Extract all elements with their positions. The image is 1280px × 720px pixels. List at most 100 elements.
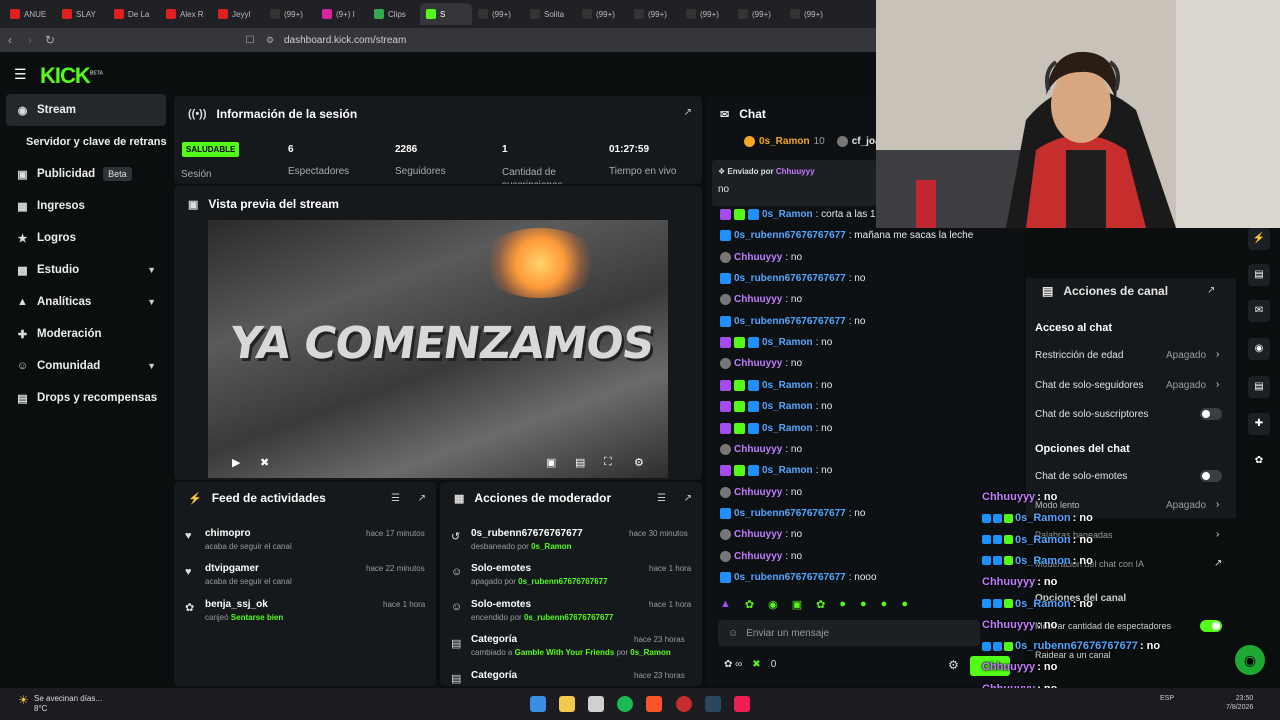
bookmark-icon[interactable]: ☐	[240, 35, 260, 46]
age-restriction-value[interactable]: Apagado	[1166, 350, 1206, 361]
language-indicator[interactable]: ESP	[1160, 695, 1174, 702]
windows-start-icon[interactable]	[530, 696, 546, 712]
spotify-icon[interactable]	[617, 696, 633, 712]
points-icon[interactable]: ✿ ∞	[724, 659, 742, 670]
show-viewer-count-toggle[interactable]	[1200, 620, 1222, 632]
sidebar-item-stream[interactable]: ◉ Stream	[6, 94, 166, 126]
browser-tab[interactable]: Jeyyl	[212, 3, 264, 25]
chat-username[interactable]: Chhuuyyy	[734, 487, 782, 498]
chat-username[interactable]: 0s_Ramon	[762, 337, 813, 348]
emote-icon[interactable]: ▲	[720, 598, 731, 614]
chat-message[interactable]: Chhuuyyy: no	[720, 443, 802, 455]
pinned-message[interactable]: ❖ Enviado por Chhuuyyy no	[712, 160, 876, 206]
mod-item[interactable]: 0s_rubenn67676767677 desbaneado por 0s_Ra…	[471, 528, 583, 551]
chat-message[interactable]: Chhuuyyy: no	[720, 529, 802, 541]
site-info-icon[interactable]: ⚙	[260, 35, 280, 46]
sidebar-item-moderation[interactable]: ✚ Moderación	[6, 318, 166, 350]
chat-message[interactable]: 0s_Ramon: no	[720, 401, 832, 413]
chat-username[interactable]: 0s_rubenn67676767677	[734, 508, 846, 519]
chat-username[interactable]: Chhuuyyy	[734, 294, 782, 305]
browser-tab[interactable]: Solita	[524, 3, 576, 25]
browser-tab[interactable]: (99+)	[784, 3, 836, 25]
settings-icon[interactable]: ⚙	[634, 456, 644, 469]
sidebar-item-income[interactable]: ▦ Ingresos	[6, 190, 166, 222]
filter-icon[interactable]: ☰	[391, 493, 400, 504]
browser-tab[interactable]: (99+)	[472, 3, 524, 25]
sidebar-item-community[interactable]: ☺ Comunidad ▼	[6, 350, 166, 382]
feed-item[interactable]: chimopro acaba de seguir el canal	[205, 528, 292, 551]
browser-tab[interactable]: SLAY	[56, 3, 108, 25]
browser-tab[interactable]: (99+)	[628, 3, 680, 25]
channel-icon[interactable]: ▤	[1248, 376, 1270, 398]
feed-item[interactable]: benja_ssj_ok canjeó Sentarse bien	[205, 599, 283, 622]
play-icon[interactable]: ▶	[232, 456, 240, 469]
chat-message[interactable]: 0s_Ramon: no	[720, 337, 832, 349]
sword-icon[interactable]: ✚	[1248, 413, 1270, 435]
browser-tab[interactable]: Alex R	[160, 3, 212, 25]
chat-message[interactable]: 0s_rubenn67676767677: nooo	[720, 571, 877, 583]
emote-icon[interactable]: ●	[901, 598, 908, 614]
emote-icon[interactable]: ✿	[745, 598, 754, 614]
brave-icon[interactable]	[646, 696, 662, 712]
followers-only-value[interactable]: Apagado	[1166, 380, 1206, 391]
back-icon[interactable]: ‹	[0, 33, 20, 47]
chat-message[interactable]: Chhuuyyy: no	[720, 486, 802, 498]
filter-icon[interactable]: ☰	[657, 493, 666, 504]
chat-message[interactable]: 0s_rubenn67676767677: mañana me sacas la…	[720, 230, 973, 242]
chat-message[interactable]: 0s_Ramon: no	[720, 422, 832, 434]
external-link-icon[interactable]: ↗	[1214, 558, 1222, 569]
chat-username[interactable]: 0s_rubenn67676767677	[734, 572, 846, 583]
browser-tab[interactable]: S	[420, 3, 472, 25]
mod-item[interactable]: Solo-emotes apagado por 0s_rubenn67676767…	[471, 563, 608, 586]
sidebar-item-analytics[interactable]: ▲ Analíticas ▼	[6, 286, 166, 318]
chat-username[interactable]: Chhuuyyy	[734, 551, 782, 562]
chat-settings-icon[interactable]: ⚙	[948, 658, 959, 672]
chat-message[interactable]: 0s_rubenn67676767677: no	[720, 273, 865, 285]
chat-message[interactable]: Chhuuyyy: no	[720, 294, 802, 306]
points-icon[interactable]: ✿	[1248, 450, 1270, 472]
mute-icon[interactable]: ✖	[260, 456, 269, 469]
chevron-right-icon[interactable]: ›	[1216, 529, 1219, 540]
chat-message[interactable]: 0s_Ramon: corta a las 12	[720, 209, 881, 220]
browser-tab[interactable]: (99+)	[264, 3, 316, 25]
chat-username[interactable]: 0s_Ramon	[762, 209, 813, 220]
fullscreen-icon[interactable]: ⛶	[604, 456, 612, 469]
app-icon[interactable]	[676, 696, 692, 712]
popout-icon[interactable]: ↗	[684, 107, 692, 118]
chat-username[interactable]: 0s_Ramon	[762, 465, 813, 476]
chevron-right-icon[interactable]: ›	[1216, 499, 1219, 510]
chat-message[interactable]: 0s_rubenn67676767677: no	[720, 507, 865, 519]
chat-username[interactable]: 0s_rubenn67676767677	[734, 273, 846, 284]
chevron-right-icon[interactable]: ›	[1216, 349, 1219, 360]
emote-icon[interactable]: ✿	[816, 598, 825, 614]
emote-only-toggle[interactable]	[1200, 470, 1222, 482]
chat-username[interactable]: Chhuuyyy	[734, 358, 782, 369]
bolt-icon[interactable]: ⚡	[1248, 228, 1270, 250]
clock[interactable]: 23:50 7/8/2026	[1226, 694, 1253, 712]
browser-tab[interactable]: Clips	[368, 3, 420, 25]
theater-icon[interactable]: ▤	[575, 456, 585, 469]
emoji-icon[interactable]: ☺	[728, 628, 738, 639]
feed-item[interactable]: dtvipgamer acaba de seguir el canal	[205, 563, 292, 586]
chat-icon[interactable]: ✉	[1248, 300, 1270, 322]
chat-input[interactable]: ☺ Enviar un mensaje	[718, 620, 980, 646]
reload-icon[interactable]: ↻	[40, 33, 60, 47]
sidebar-item-ads[interactable]: ▣ Publicidad Beta	[6, 158, 166, 190]
emote-icon[interactable]: ◉	[768, 598, 778, 614]
chat-username[interactable]: 0s_Ramon	[762, 380, 813, 391]
hamburger-menu-icon[interactable]: ☰	[14, 66, 27, 83]
emote-icon[interactable]: ●	[881, 598, 888, 614]
chat-message[interactable]: Chhuuyyy: no	[720, 550, 802, 562]
file-explorer-icon[interactable]	[559, 696, 575, 712]
sidebar-item-studio[interactable]: ▩ Estudio ▼	[6, 254, 166, 286]
chat-username[interactable]: 0s_Ramon	[762, 423, 813, 434]
mod-item[interactable]: Solo-emotes encendido por 0s_rubenn676767…	[471, 599, 613, 622]
top-chatter-name[interactable]: 0s_Ramon	[759, 136, 810, 147]
chat-username[interactable]: Chhuuyyy	[734, 444, 782, 455]
steam-icon[interactable]	[705, 696, 721, 712]
calculator-icon[interactable]	[588, 696, 604, 712]
chat-message[interactable]: 0s_Ramon: no	[720, 465, 832, 477]
slow-mode-value[interactable]: Apagado	[1166, 500, 1206, 511]
sidebar-item-server-key[interactable]: Servidor y clave de retransmisión	[6, 126, 166, 158]
emote-icon[interactable]: ●	[839, 598, 846, 614]
